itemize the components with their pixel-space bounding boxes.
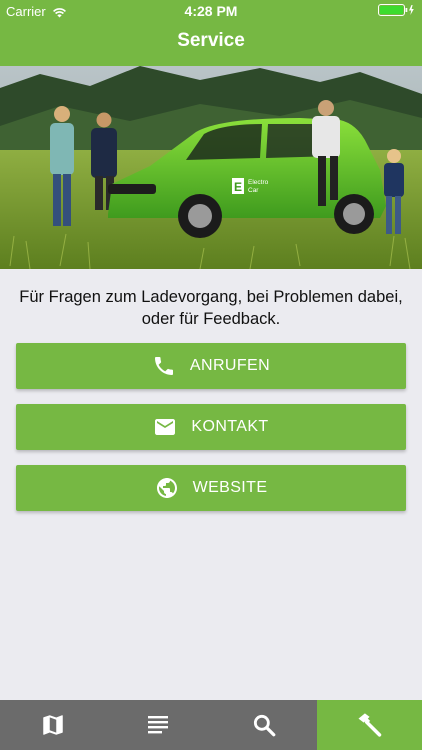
call-button-label: ANRUFEN: [189, 357, 271, 374]
hero-image: E Electro Car: [0, 66, 422, 269]
car-logo-letter: E: [234, 180, 242, 194]
mail-icon: [153, 415, 177, 439]
page-title: Service: [177, 30, 245, 51]
status-time: 4:28 PM: [184, 3, 238, 19]
globe-icon: [155, 476, 179, 500]
website-button-label: WEBSITE: [192, 479, 268, 496]
phone-icon: [152, 354, 176, 378]
tab-service[interactable]: [316, 700, 422, 750]
tab-map[interactable]: [0, 700, 106, 750]
call-button[interactable]: ANRUFEN: [16, 343, 406, 389]
hammer-icon: [358, 713, 382, 737]
header: Carrier 4:28 PM Service: [0, 0, 422, 66]
car-brand-line2: Car: [248, 187, 259, 194]
info-text: Für Fragen zum Ladevorgang, bei Probleme…: [19, 288, 403, 328]
battery-icon: [378, 4, 416, 19]
contact-button-label: KONTAKT: [191, 418, 269, 435]
tab-search[interactable]: [211, 700, 317, 750]
list-icon: [148, 716, 169, 734]
contact-button[interactable]: KONTAKT: [16, 404, 406, 450]
map-icon: [43, 715, 63, 735]
car-brand-line1: Electro: [248, 179, 269, 186]
tab-bar: [0, 700, 422, 750]
search-icon: [253, 714, 276, 737]
status-bar: Carrier 4:28 PM: [0, 0, 422, 22]
tab-list[interactable]: [106, 700, 212, 750]
website-button[interactable]: WEBSITE: [16, 465, 406, 511]
